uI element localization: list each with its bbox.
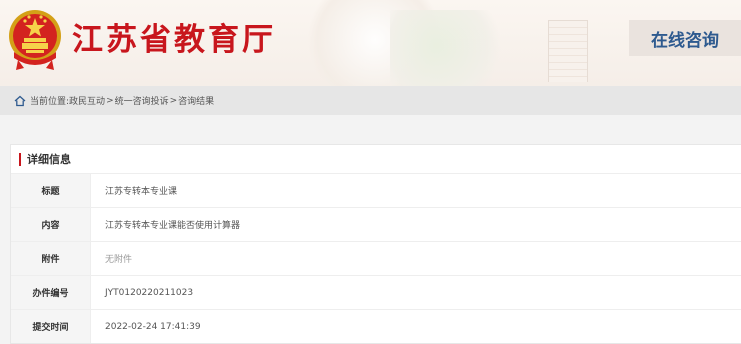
row-label: 办件编号 — [11, 276, 91, 309]
row-label: 提交时间 — [11, 310, 91, 343]
breadcrumb-separator: > — [106, 95, 114, 106]
detail-row-content: 内容 江苏专转本专业课能否使用计算器 — [11, 207, 741, 241]
detail-row-submit-time: 提交时间 2022-02-24 17:41:39 — [11, 309, 741, 343]
row-value: JYT0120220211023 — [105, 287, 194, 298]
breadcrumb-item-tongyi[interactable]: 统一咨询投诉 — [115, 94, 169, 107]
site-header: 江苏省教育厅 在线咨询 — [0, 0, 741, 86]
site-title[interactable]: 江苏省教育厅 — [72, 14, 276, 59]
breadcrumb-separator: > — [169, 95, 178, 106]
breadcrumb-item-zhengmin[interactable]: 政民互动 — [69, 94, 105, 107]
row-value: 2022-02-24 17:41:39 — [105, 321, 201, 332]
row-label: 附件 — [11, 242, 91, 275]
breadcrumb: 当前位置: 政民互动 > 统一咨询投诉 > 咨询结果 — [0, 86, 741, 115]
home-icon — [14, 95, 26, 106]
row-value: 江苏专转本专业课能否使用计算器 — [105, 221, 241, 231]
breadcrumb-prefix: 当前位置: — [30, 97, 70, 107]
detail-row-case-number: 办件编号 JYT0120220211023 — [11, 275, 741, 309]
detail-panel: 详细信息 标题 江苏专转本专业课 内容 江苏专转本专业课能否使用计算器 附件 无… — [10, 144, 741, 344]
detail-row-attachment: 附件 无附件 — [11, 241, 741, 275]
section-tag[interactable]: 在线咨询 — [629, 20, 741, 56]
detail-row-title: 标题 江苏专转本专业课 — [11, 173, 741, 207]
breadcrumb-item-result: 咨询结果 — [178, 97, 215, 107]
row-value: 无附件 — [105, 255, 133, 265]
row-value: 江苏专转本专业课 — [105, 187, 178, 197]
header-building-graphic — [548, 20, 588, 82]
row-label: 内容 — [11, 208, 91, 241]
row-label: 标题 — [11, 174, 91, 207]
header-decoration — [390, 10, 510, 86]
title-accent-bar — [19, 152, 21, 166]
panel-title: 详细信息 — [11, 145, 741, 173]
panel-title-text: 详细信息 — [27, 153, 71, 166]
national-emblem-icon — [9, 10, 61, 70]
